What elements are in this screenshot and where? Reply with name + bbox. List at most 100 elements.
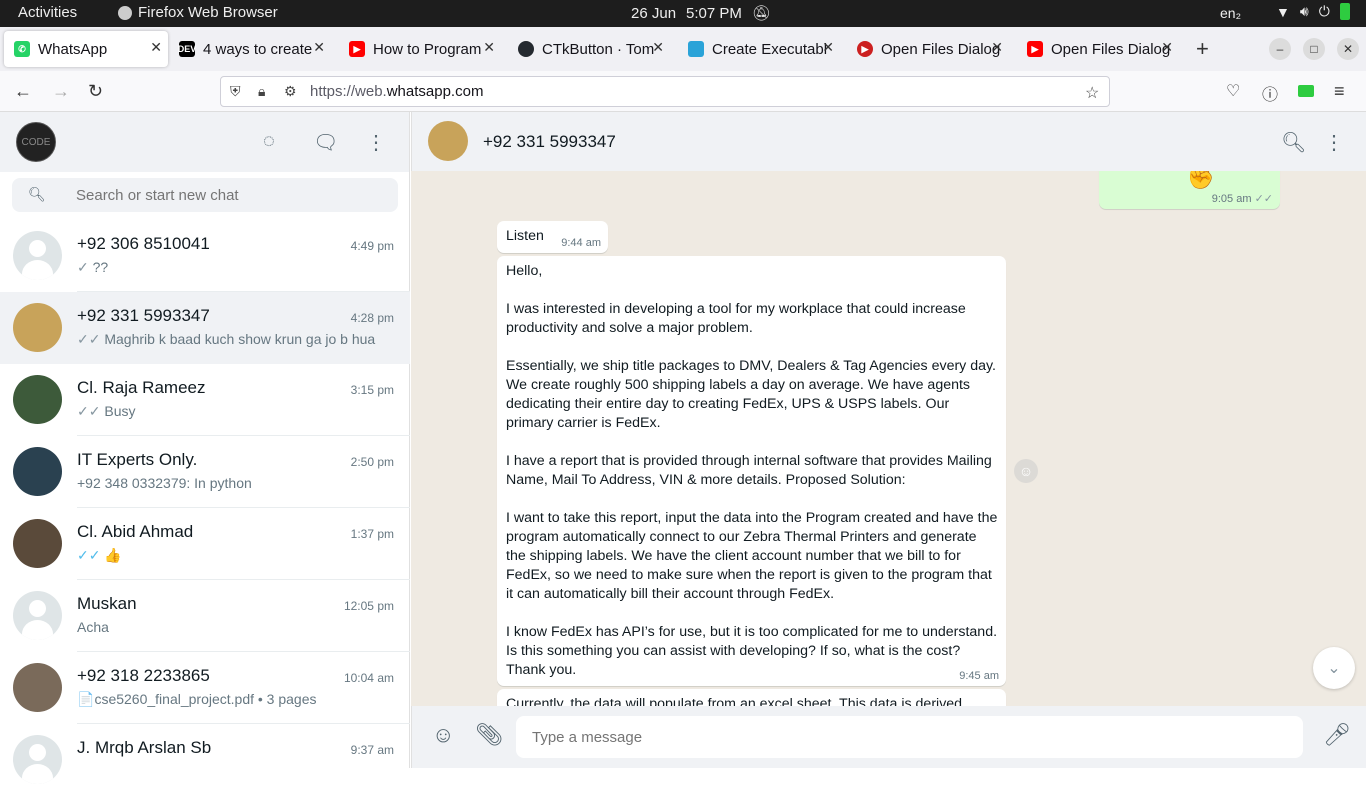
tab-whatsapp[interactable]: ✆ WhatsApp ✕ [4,31,168,67]
system-tray[interactable]: ▼ 🔊︎ ⏻ [1276,3,1350,20]
youtube-icon: ▶ [1027,41,1043,57]
tab-dev[interactable]: DEV 4 ways to create ✕ [169,31,331,67]
bookmark-star-icon[interactable]: ☆ [1085,83,1099,103]
new-chat-icon[interactable]: 🗨︎ [313,130,338,155]
chat-item[interactable]: Cl. Raja Rameez 3:15 pm ✓✓ Busy [0,364,410,436]
chat-item[interactable]: J. Mrqb Arslan Sb 9:37 am [0,724,410,796]
maximize-icon[interactable]: □ [1303,38,1325,60]
status-icon[interactable]: ◌ [263,130,275,153]
chat-item[interactable]: Cl. Abid Ahmad 1:37 pm ✓✓ 👍 [0,508,410,580]
dev-icon: DEV [178,41,196,57]
avatar [13,447,62,496]
search-area: 🔍︎ [0,172,409,220]
document-icon: 📄 [77,691,95,707]
menu-icon[interactable]: ≡ [1334,81,1345,102]
firefox-icon [118,5,132,20]
info-icon[interactable]: ⓘ [1262,81,1278,105]
attach-icon[interactable]: 📎︎ [475,722,503,748]
incoming-message[interactable]: Currently, the data will populate from a… [497,689,1006,706]
volume-icon: 🔊︎ [1299,3,1309,19]
bell-muted-icon: 🔕︎ [751,5,771,22]
url-text[interactable]: https://web.whatsapp.com [310,83,483,100]
avatar [13,519,62,568]
browser-tab-bar: ✆ WhatsApp ✕ DEV 4 ways to create ✕ ▶ Ho… [0,27,1366,71]
search-input[interactable] [76,178,376,212]
double-check-icon: ✓✓ [1254,193,1273,205]
double-check-icon: ✓✓ [77,403,101,419]
forward-icon[interactable]: → [52,81,70,102]
close-tab-icon[interactable]: ✕ [313,39,325,56]
app-menu[interactable]: Firefox Web Browser [118,4,278,21]
message-list[interactable]: ✊ 9:05 am ✓✓ Listen 9:44 am Hello, I was… [411,171,1366,706]
incoming-message-long[interactable]: Hello, I was interested in developing a … [497,256,1006,686]
chat-item[interactable]: +92 318 2233865 10:04 am 📄cse5260_final_… [0,652,410,724]
chat-item[interactable]: +92 306 8510041 4:49 pm ✓ ?? [0,220,410,292]
conversation-panel: +92 331 5993347 🔍︎ ⋮ ✊ 9:05 am ✓✓ Listen… [411,112,1366,768]
browser-nav-bar: ← → ↻ ⛨ 🔒︎ ⚙ https://web.whatsapp.com ☆ … [0,71,1366,112]
avatar [13,231,62,280]
lock-icon[interactable]: 🔒︎ [258,83,265,100]
scroll-down-chevron-icon[interactable]: ⌄ [1313,647,1355,689]
tab-open-files-2[interactable]: ▶ Open Files Dialog ✕ [1017,31,1179,67]
close-tab-icon[interactable]: ✕ [1161,39,1173,56]
my-avatar[interactable]: CODE [16,122,56,162]
shield-icon[interactable]: ⛨ [230,83,241,100]
tab-open-files-1[interactable]: ▶ Open Files Dialog ✕ [847,31,1009,67]
avatar [13,375,62,424]
search-icon[interactable]: 🔍︎ [1281,130,1306,155]
close-tab-icon[interactable]: ✕ [150,39,162,56]
close-tab-icon[interactable]: ✕ [822,39,834,56]
close-tab-icon[interactable]: ✕ [991,39,1003,56]
outgoing-message[interactable]: ✊ 9:05 am ✓✓ [1099,171,1280,209]
reload-icon[interactable]: ↻ [88,81,103,102]
search-box[interactable]: 🔍︎ [12,178,398,212]
chat-list-panel: CODE ◌ 🗨︎ ⋮ 🔍︎ +92 306 8510041 4:49 pm ✓… [0,112,410,784]
chat-item[interactable]: IT Experts Only. 2:50 pm +92 348 0332379… [0,436,410,508]
tab-youtube-program[interactable]: ▶ How to Program ✕ [339,31,501,67]
activities-button[interactable]: Activities [18,4,77,21]
double-check-icon: ✓✓ [77,547,101,563]
time: 5:07 PM [686,4,742,22]
youtube-icon: ▶ [349,41,365,57]
chat-item-selected[interactable]: +92 331 5993347 4:28 pm ✓✓ Maghrib k baa… [0,292,410,364]
menu-dots-icon[interactable]: ⋮ [366,130,386,155]
contact-name[interactable]: +92 331 5993347 [483,132,616,152]
system-top-bar: Activities Firefox Web Browser 26 Jun 5:… [0,0,1366,27]
search-icon: 🔍︎ [28,186,46,202]
tab-github[interactable]: CTkButton · Tom ✕ [508,31,670,67]
chat-item[interactable]: Muskan 12:05 pm Acha [0,580,410,652]
tab-create-executable[interactable]: Create Executabl ✕ [678,31,840,67]
sidebar-header: CODE ◌ 🗨︎ ⋮ [0,112,409,172]
permissions-icon[interactable]: ⚙ [284,83,297,100]
new-tab-icon[interactable]: + [1196,36,1209,62]
url-bar[interactable]: ⛨ 🔒︎ ⚙ https://web.whatsapp.com ☆ [220,76,1110,107]
close-tab-icon[interactable]: ✕ [652,39,664,56]
message-input[interactable] [532,716,1272,758]
incoming-message[interactable]: Listen 9:44 am [497,221,608,253]
close-tab-icon[interactable]: ✕ [483,39,495,56]
microphone-icon[interactable]: 🎤︎ [1323,722,1351,748]
react-emoji-icon[interactable]: ☺ [1014,459,1038,483]
clock[interactable]: 26 Jun 5:07 PM 🔕︎ [631,4,771,23]
keyboard-layout[interactable]: en₂ [1220,5,1241,21]
whatsapp-icon: ✆ [14,41,30,57]
power-icon: ⏻ [1318,3,1330,19]
pocket-icon[interactable]: ♡ [1226,81,1240,101]
avatar [13,591,62,640]
double-check-icon: ✓✓ [77,331,101,347]
emoji-sticker: ✊ [1187,171,1215,190]
app-name: Firefox Web Browser [138,4,278,21]
menu-dots-icon[interactable]: ⋮ [1324,130,1344,155]
close-window-icon[interactable]: ✕ [1337,38,1359,60]
contact-avatar[interactable] [428,121,468,161]
extension-icon[interactable] [1298,85,1314,97]
emoji-icon[interactable]: ☺ [432,722,454,748]
minimize-icon[interactable]: – [1269,38,1291,60]
message-box[interactable] [516,716,1303,758]
back-icon[interactable]: ← [14,81,32,102]
compose-bar: ☺ 📎︎ 🎤︎ [411,706,1366,768]
site-icon [688,41,704,57]
avatar [13,735,62,784]
conversation-header[interactable]: +92 331 5993347 🔍︎ ⋮ [411,112,1366,171]
avatar [13,303,62,352]
